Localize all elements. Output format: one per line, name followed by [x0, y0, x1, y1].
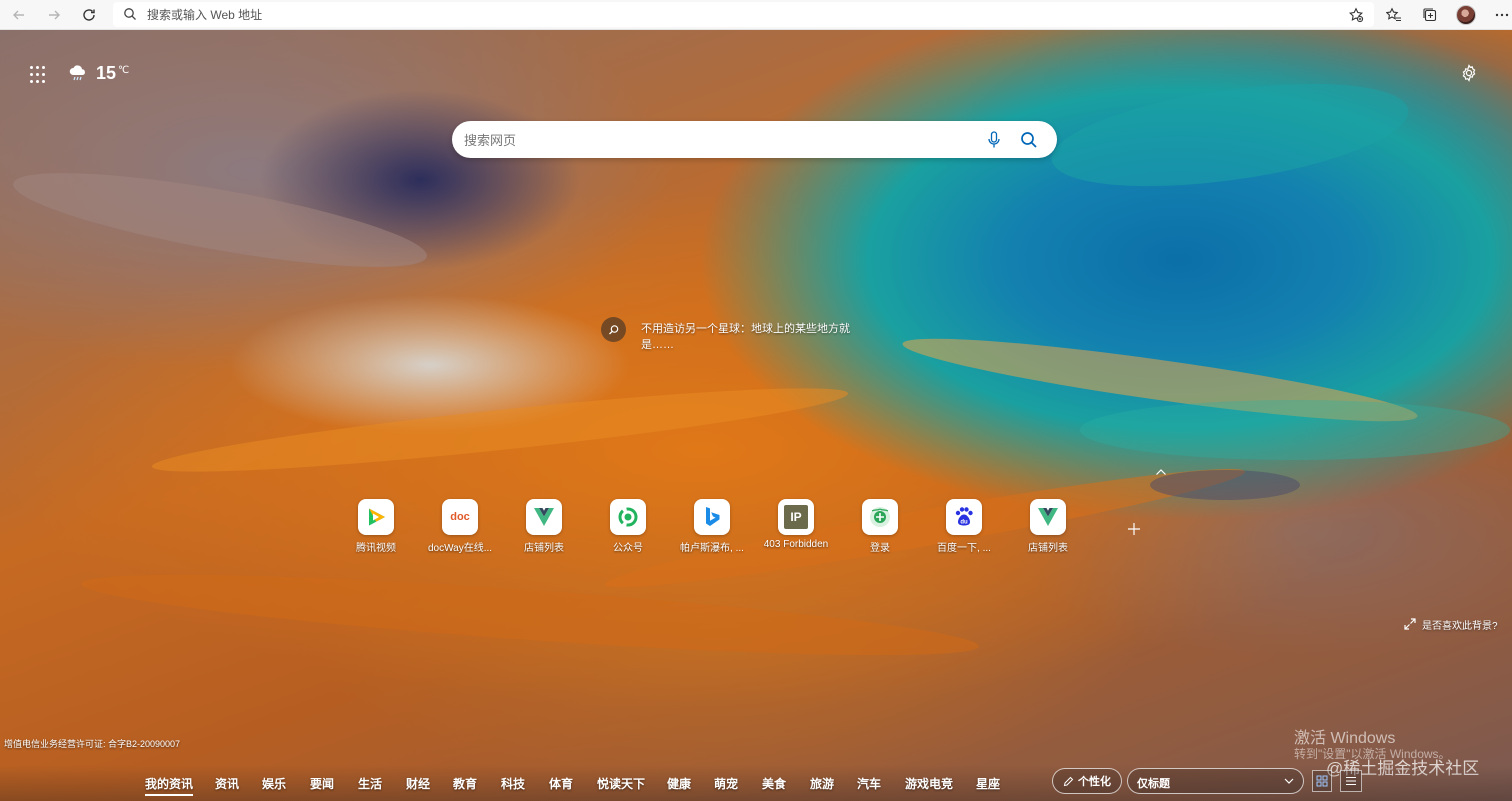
login-icon	[862, 499, 898, 535]
back-button[interactable]	[8, 4, 30, 26]
baidu-icon: du	[946, 499, 982, 535]
chevron-up-icon	[1156, 469, 1166, 475]
tab-health[interactable]: 健康	[667, 775, 691, 792]
tab-life[interactable]: 生活	[358, 775, 382, 792]
tab-tech[interactable]: 科技	[501, 775, 525, 792]
expand-icon	[1404, 618, 1416, 630]
browser-toolbar	[0, 0, 1512, 30]
pencil-icon	[1063, 776, 1074, 786]
vue-icon	[1030, 499, 1066, 535]
layout-select[interactable]: 仅标题	[1127, 768, 1304, 794]
quick-link-tile[interactable]: doc docWay在线...	[424, 499, 496, 557]
search-input[interactable]	[464, 130, 964, 150]
search-icon	[1021, 132, 1037, 148]
bing-icon	[694, 499, 730, 535]
search-icon	[608, 324, 618, 334]
add-favorite-button[interactable]	[1345, 4, 1367, 26]
star-add-icon	[1349, 7, 1364, 23]
tencent-video-icon	[358, 499, 394, 535]
image-caption-link[interactable]: 不用造访另一个星球：地球上的某些地方就是……	[641, 321, 851, 353]
ip-icon: IP	[778, 499, 814, 535]
rain-cloud-icon	[69, 65, 85, 81]
web-search-box[interactable]	[452, 121, 1057, 158]
vue-icon	[526, 499, 562, 535]
tab-travel[interactable]: 旅游	[810, 775, 834, 792]
search-submit-button[interactable]	[1019, 130, 1039, 150]
wechat-mp-icon	[610, 499, 646, 535]
tab-headlines[interactable]: 要闻	[310, 775, 334, 792]
personalize-label: 个性化	[1078, 776, 1111, 788]
quick-link-tile[interactable]: 登录	[844, 499, 916, 557]
tab-education[interactable]: 教育	[453, 775, 477, 792]
temperature-unit: ℃	[118, 65, 130, 76]
quick-link-tile[interactable]: 店铺列表	[1012, 499, 1084, 557]
address-input[interactable]	[147, 5, 1327, 24]
collections-icon	[1423, 8, 1437, 22]
forward-arrow-icon	[49, 10, 60, 20]
tab-gaming[interactable]: 游戏电竞	[905, 775, 953, 792]
favorites-button[interactable]	[1383, 4, 1405, 26]
grid-view-button[interactable]	[1312, 770, 1332, 792]
quick-link-tile[interactable]: 公众号	[592, 499, 664, 557]
docway-icon: doc	[442, 499, 478, 535]
quick-link-tile[interactable]: 帕卢斯瀑布, ...	[676, 499, 748, 557]
temperature-value[interactable]: 15	[96, 63, 116, 84]
layout-select-value: 仅标题	[1137, 778, 1170, 790]
quick-link-tile[interactable]: du 百度一下, ...	[928, 499, 1000, 557]
visual-search-button[interactable]	[601, 317, 626, 342]
voice-search-button[interactable]	[985, 130, 1003, 150]
forward-button[interactable]	[43, 4, 65, 26]
refresh-icon	[83, 9, 95, 21]
chevron-down-icon	[1284, 778, 1294, 784]
tab-auto[interactable]: 汽车	[857, 775, 881, 792]
tab-sports[interactable]: 体育	[549, 775, 573, 792]
tab-finance[interactable]: 财经	[406, 775, 430, 792]
more-menu-button[interactable]	[1491, 4, 1512, 26]
tab-food[interactable]: 美食	[762, 775, 786, 792]
like-background-link[interactable]: 是否喜欢此背景?	[1404, 617, 1498, 632]
profile-avatar[interactable]	[1456, 5, 1476, 25]
svg-text:du: du	[960, 520, 968, 526]
add-quick-link-button[interactable]	[1124, 519, 1144, 539]
personalize-button[interactable]: 个性化	[1052, 768, 1122, 794]
tab-entertainment[interactable]: 娱乐	[262, 775, 286, 792]
gear-icon[interactable]	[1460, 64, 1478, 82]
apps-launcher-icon[interactable]	[30, 66, 48, 84]
microphone-icon	[988, 131, 1000, 148]
search-icon	[124, 8, 136, 20]
grid-icon	[1316, 775, 1328, 787]
quick-link-tile[interactable]: IP 403 Forbidden	[760, 499, 832, 557]
quick-link-tile[interactable]: 腾讯视频	[340, 499, 412, 557]
list-icon	[1346, 776, 1356, 786]
collapse-quicklinks-button[interactable]	[1152, 466, 1170, 478]
refresh-button[interactable]	[78, 4, 100, 26]
favorites-list-icon	[1386, 7, 1401, 22]
address-bar[interactable]	[113, 2, 1374, 27]
collections-button[interactable]	[1419, 4, 1441, 26]
license-text[interactable]: 增值电信业务经营许可证: 合字B2-20090007	[4, 737, 180, 750]
tab-reading[interactable]: 悦读天下	[597, 775, 645, 792]
tab-my-news[interactable]: 我的资讯	[145, 775, 194, 796]
like-background-label: 是否喜欢此背景?	[1422, 620, 1498, 632]
tab-pets[interactable]: 萌宠	[714, 775, 738, 792]
back-arrow-icon	[13, 10, 24, 20]
quick-link-tile[interactable]: 店铺列表	[508, 499, 580, 557]
tab-news[interactable]: 资讯	[215, 775, 239, 792]
tab-horoscope[interactable]: 星座	[976, 775, 1000, 792]
list-view-button[interactable]	[1340, 770, 1362, 792]
more-dots-icon	[1495, 13, 1509, 17]
plus-icon	[1128, 523, 1140, 535]
